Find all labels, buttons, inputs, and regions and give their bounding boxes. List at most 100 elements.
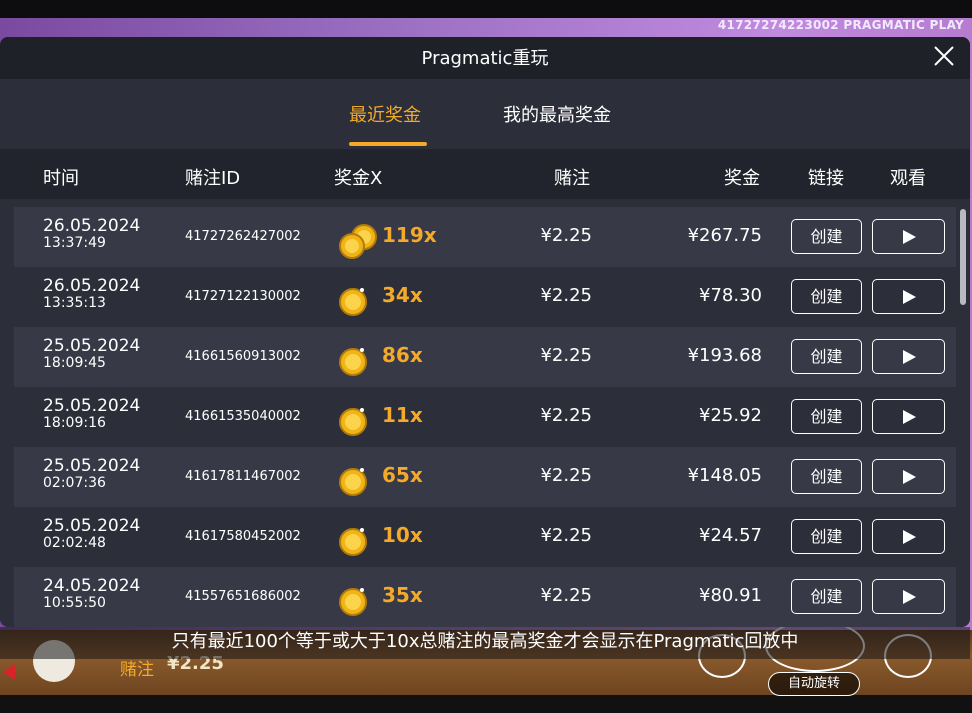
close-icon [934,46,954,66]
bet-id: 41727122130002 [185,289,301,304]
multiplier: 10x [382,523,423,547]
win-amount: ¥193.68 [687,345,762,366]
create-link-button[interactable]: 创建 [791,339,862,374]
table-header: 时间 赌注ID 奖金X 赌注 奖金 链接 观看 [0,149,970,199]
coin-icon [338,522,380,566]
watch-replay-button[interactable] [872,219,945,254]
tabs: 最近奖金 我的最高奖金 [0,79,970,149]
watch-replay-button[interactable] [872,399,945,434]
modal-title: Pragmatic重玩 [421,48,549,69]
create-link-button[interactable]: 创建 [791,579,862,614]
bet-amount: ¥2.25 [540,525,592,546]
win-date: 25.05.2024 [43,456,141,476]
bet-id: 41727262427002 [185,229,301,244]
round-id: 41727274223002 [717,18,839,32]
win-amount: ¥25.92 [699,405,762,426]
multiplier: 86x [382,343,423,367]
wins-table: 26.05.2024 13:37:49 41727262427002 119x ¥2.2… [14,207,956,627]
table-row: 25.05.2024 02:07:36 41617811467002 65x ¥2.25… [14,447,956,507]
play-icon [903,350,916,364]
watch-replay-button[interactable] [872,519,945,554]
play-icon [903,530,916,544]
play-icon [903,230,916,244]
win-time: 02:07:36 [43,475,106,491]
multiplier: 65x [382,463,423,487]
col-link: 链接 [808,168,844,189]
tab-recent-wins[interactable]: 最近奖金 [349,101,421,127]
bet-amount: ¥2.25 [540,465,592,486]
col-bet-id: 赌注ID [185,168,241,189]
win-time: 13:35:13 [43,295,106,311]
table-row: 26.05.2024 13:37:49 41727262427002 119x ¥2.2… [14,207,956,267]
table-row: 24.05.2024 10:55:50 41557651686002 35x ¥2.25… [14,567,956,627]
bet-id: 41617580452002 [185,529,301,544]
play-icon [903,410,916,424]
coin-icon [338,462,380,506]
win-time: 10:55:50 [43,595,106,611]
win-date: 26.05.2024 [43,216,141,236]
bet-amount: ¥2.25 [540,405,592,426]
bet-id: 41557651686002 [185,589,301,604]
play-icon [903,470,916,484]
create-link-button[interactable]: 创建 [791,279,862,314]
brand-line: 41727274223002 PRAGMATIC PLAY [718,18,964,32]
win-date: 25.05.2024 [43,336,141,356]
coin-icon [338,222,380,266]
create-link-button[interactable]: 创建 [791,459,862,494]
play-icon [903,590,916,604]
win-time: 18:09:45 [43,355,106,371]
watch-replay-button[interactable] [872,579,945,614]
col-watch: 观看 [890,168,926,189]
win-amount: ¥80.91 [699,585,762,606]
watch-replay-button[interactable] [872,279,945,314]
multiplier: 119x [382,223,437,247]
table-row: 25.05.2024 18:09:16 41661535040002 11x ¥2.25… [14,387,956,447]
close-button[interactable] [932,44,956,68]
brand-logo: PRAGMATIC PLAY [843,18,964,32]
watch-replay-button[interactable] [872,339,945,374]
win-date: 24.05.2024 [43,576,141,596]
coin-icon [338,282,380,326]
scrollbar[interactable] [960,209,966,305]
play-icon [903,290,916,304]
col-bet: 赌注 [554,168,590,189]
table-row: 25.05.2024 02:02:48 41617580452002 10x ¥2.25… [14,507,956,567]
col-time: 时间 [43,168,79,189]
win-time: 13:37:49 [43,235,106,251]
col-multiplier: 奖金X [334,168,383,189]
bet-amount: ¥2.25 [540,225,592,246]
watch-replay-button[interactable] [872,459,945,494]
win-amount: ¥78.30 [699,285,762,306]
win-date: 25.05.2024 [43,396,141,416]
coin-icon [338,402,380,446]
bet-amount: ¥2.25 [540,285,592,306]
multiplier: 11x [382,403,423,427]
win-date: 26.05.2024 [43,276,141,296]
tab-my-top-wins[interactable]: 我的最高奖金 [503,101,611,127]
bet-amount: ¥2.25 [540,585,592,606]
create-link-button[interactable]: 创建 [791,219,862,254]
bet-amount: ¥2.25 [540,345,592,366]
multiplier: 35x [382,583,423,607]
bet-id: 41661535040002 [185,409,301,424]
table-row: 26.05.2024 13:35:13 41727122130002 34x ¥2.25… [14,267,956,327]
autospin-button[interactable]: 自动旋转 [768,672,860,696]
create-link-button[interactable]: 创建 [791,519,862,554]
footnote: 只有最近100个等于或大于10x总赌注的最高奖金才会显示在Pragmatic回放… [0,627,970,659]
coin-icon [338,342,380,386]
win-amount: ¥148.05 [687,465,762,486]
multiplier: 34x [382,283,423,307]
top-bar [0,0,972,18]
create-link-button[interactable]: 创建 [791,399,862,434]
col-win: 奖金 [724,168,760,189]
win-amount: ¥24.57 [699,525,762,546]
win-date: 25.05.2024 [43,516,141,536]
win-time: 02:02:48 [43,535,106,551]
win-time: 18:09:16 [43,415,106,431]
coin-icon [338,582,380,626]
table-row: 25.05.2024 18:09:45 41661560913002 86x ¥2.25… [14,327,956,387]
active-tab-indicator [349,142,427,146]
replay-modal: Pragmatic重玩 最近奖金 我的最高奖金 时间 赌注ID 奖金X 赌注 奖… [0,37,970,627]
bet-id: 41617811467002 [185,469,301,484]
red-arrow-icon[interactable] [3,664,15,680]
